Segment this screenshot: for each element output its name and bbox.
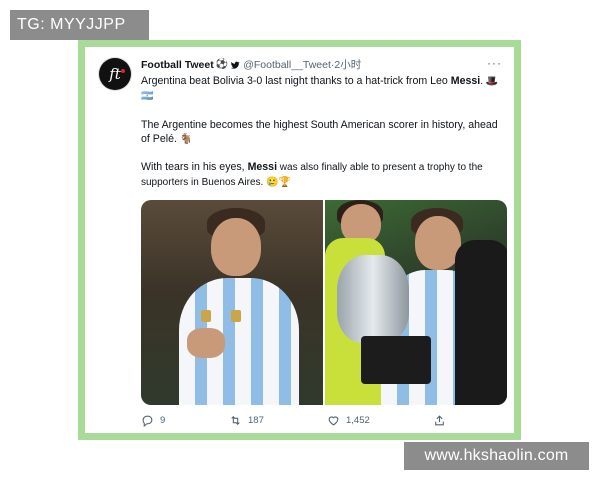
- share-button[interactable]: [433, 414, 446, 427]
- author-name[interactable]: Football Tweet: [141, 59, 214, 71]
- more-options-button[interactable]: ···: [487, 56, 502, 70]
- share-icon: [435, 415, 444, 426]
- watermark-bottom: www.hkshaolin.com: [404, 442, 589, 470]
- like-count: 1,452: [346, 415, 370, 426]
- like-button[interactable]: 1,452: [327, 414, 370, 427]
- retweet-button[interactable]: 187: [229, 414, 264, 427]
- soccer-ball-icon: ⚽: [215, 59, 229, 70]
- reply-icon: [142, 415, 153, 427]
- tweet-paragraph-1: Argentina beat Bolivia 3-0 last night th…: [141, 75, 499, 102]
- author-handle[interactable]: @Football__Tweet: [243, 59, 331, 71]
- heart-icon: [328, 416, 339, 426]
- messi-mention: Messi: [450, 75, 481, 87]
- messi-mention: Messi: [247, 161, 278, 173]
- avatar-text: ft: [109, 65, 121, 83]
- reply-button[interactable]: 9: [141, 414, 165, 427]
- tweet-header: Football Tweet ⚽ @Football__Tweet · 2小时: [141, 57, 361, 72]
- retweet-icon: [231, 415, 240, 426]
- watermark-top: TG: MYYJJPP: [10, 10, 149, 40]
- tweet-actions: 9 187 1,452: [141, 414, 471, 430]
- tweet-paragraph-3: With tears in his eyes, Messi was also f…: [141, 161, 483, 188]
- tweet-frame: ft Football Tweet ⚽ @Football__Tweet · 2…: [78, 40, 521, 440]
- tweet-text: Argentina beat Bolivia 3-0 last night th…: [141, 74, 501, 190]
- tweet-media: [141, 200, 507, 405]
- tweet-card: ft Football Tweet ⚽ @Football__Tweet · 2…: [85, 47, 514, 433]
- avatar[interactable]: ft: [99, 58, 131, 90]
- retweet-count: 187: [248, 415, 264, 426]
- photo-messi-with-trophy[interactable]: [325, 200, 507, 405]
- photo-messi-hand-on-heart[interactable]: [141, 200, 323, 405]
- tweet-paragraph-2: The Argentine becomes the highest South …: [141, 119, 498, 145]
- avatar-dot: [121, 69, 125, 73]
- tweet-time[interactable]: 2小时: [334, 57, 361, 72]
- reply-count: 9: [160, 415, 166, 426]
- twitter-bird-icon: [231, 61, 240, 69]
